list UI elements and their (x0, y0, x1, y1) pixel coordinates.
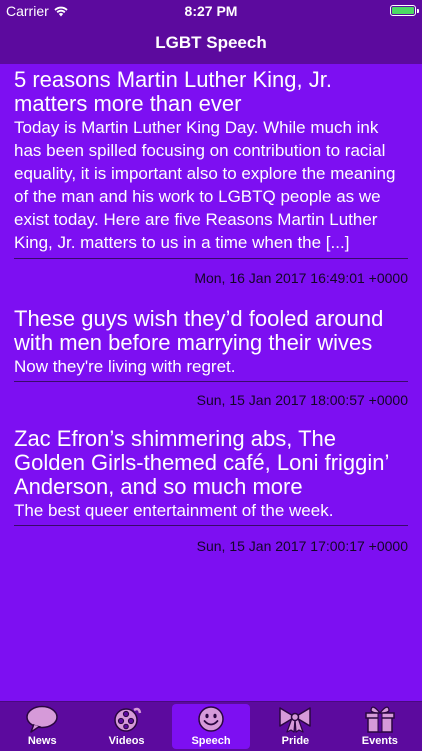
article-summary: The best queer entertainment of the week… (14, 501, 334, 520)
article-headline: These guys wish they’d fooled around wit… (14, 306, 384, 355)
article-headline: Zac Efron’s shimmering abs, The Golden G… (14, 426, 389, 499)
status-time: 8:27 PM (184, 3, 238, 19)
tab-news[interactable]: News (0, 702, 84, 751)
list-item[interactable]: These guys wish they’d fooled around wit… (0, 286, 422, 408)
speech-bubble-icon (26, 705, 58, 733)
status-bar: Carrier 8:27 PM (0, 0, 422, 22)
article-date: Mon, 16 Jan 2017 16:49:01 +0000 (194, 270, 408, 286)
tab-events[interactable]: Events (338, 702, 422, 751)
tab-videos[interactable]: Videos (84, 702, 168, 751)
tab-label: Speech (191, 735, 231, 747)
list-item[interactable]: Zac Efron’s shimmering abs, The Golden G… (0, 408, 422, 554)
gift-icon (365, 706, 395, 733)
battery-icon (390, 5, 419, 16)
article-summary: Today is Martin Luther King Day. While m… (14, 118, 396, 252)
divider (14, 381, 408, 382)
tab-pride[interactable]: Pride (253, 702, 337, 751)
article-headline: 5 reasons Martin Luther King, Jr. matter… (14, 67, 332, 116)
divider (14, 258, 408, 259)
tab-label: Pride (281, 735, 310, 747)
tab-label: Videos (108, 735, 145, 747)
bow-icon (279, 707, 312, 733)
tab-bar: News Videos Speech Pride Events (0, 701, 422, 751)
film-reel-icon (113, 707, 141, 732)
list-item[interactable]: 5 reasons Martin Luther King, Jr. matter… (0, 64, 422, 286)
article-date: Sun, 15 Jan 2017 18:00:57 +0000 (196, 392, 408, 408)
navigation-bar: LGBT Speech (0, 22, 422, 64)
article-date: Sun, 15 Jan 2017 17:00:17 +0000 (196, 538, 408, 554)
divider (14, 525, 408, 526)
page-title: LGBT Speech (155, 33, 267, 52)
tab-label: News (27, 735, 57, 747)
tab-label: Events (361, 735, 398, 747)
tab-speech[interactable]: Speech (169, 702, 253, 751)
smiley-face-icon (198, 706, 224, 732)
article-list[interactable]: 5 reasons Martin Luther King, Jr. matter… (0, 64, 422, 701)
article-summary: Now they're living with regret. (14, 357, 236, 376)
